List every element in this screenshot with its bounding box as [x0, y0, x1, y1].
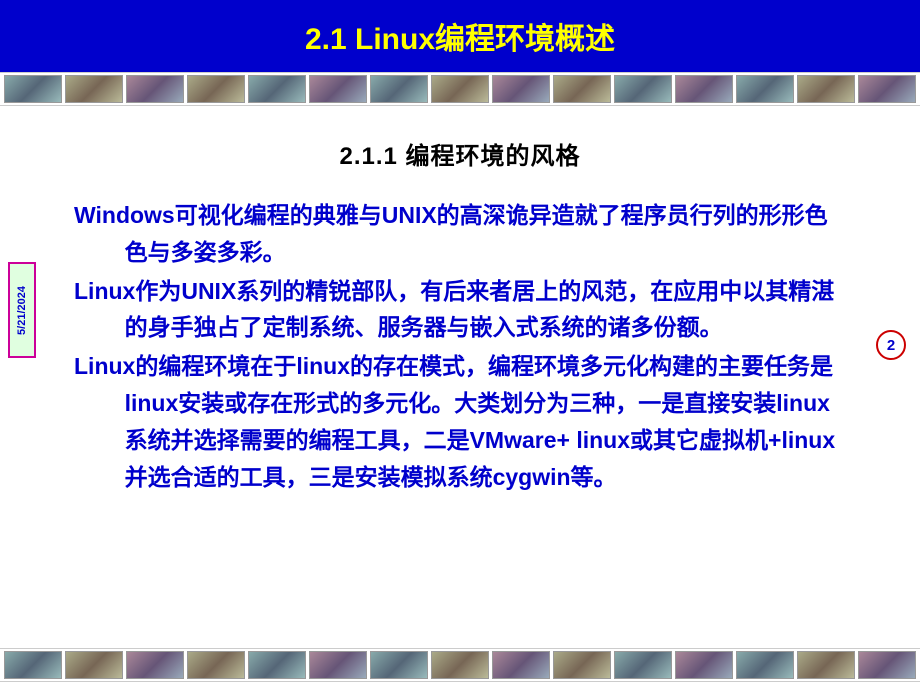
thumb-image [858, 651, 916, 679]
thumb-image [553, 651, 611, 679]
thumb-image [187, 75, 245, 103]
thumb-image [614, 75, 672, 103]
thumb-image [248, 75, 306, 103]
thumb-image [248, 651, 306, 679]
thumb-image [797, 75, 855, 103]
slide-title-bar: 2.1 Linux编程环境概述 [0, 0, 920, 72]
thumb-image [614, 651, 672, 679]
thumb-image [126, 651, 184, 679]
thumb-image [126, 75, 184, 103]
thumb-image [858, 75, 916, 103]
thumb-image [4, 651, 62, 679]
page-number: 2 [887, 337, 895, 354]
slide-title: 2.1 Linux编程环境概述 [305, 23, 615, 56]
page-number-badge: 2 [876, 330, 906, 360]
thumb-image [187, 651, 245, 679]
thumb-image [492, 75, 550, 103]
thumb-image [4, 75, 62, 103]
thumb-image [65, 75, 123, 103]
thumb-image [675, 651, 733, 679]
date-text: 5/21/2024 [16, 286, 28, 335]
date-sidebar-tab: 5/21/2024 [8, 262, 36, 358]
thumb-image [675, 75, 733, 103]
thumb-image [309, 651, 367, 679]
thumbnail-strip-top [0, 72, 920, 106]
thumb-image [797, 651, 855, 679]
thumb-image [431, 75, 489, 103]
thumb-image [65, 651, 123, 679]
slide-body: Windows可视化编程的典雅与UNIX的高深诡异造就了程序员行列的形形色色与多… [0, 197, 920, 495]
thumbnail-strip-bottom [0, 648, 920, 682]
thumb-image [370, 651, 428, 679]
body-paragraph: Linux的编程环境在于linux的存在模式，编程环境多元化构建的主要任务是li… [74, 348, 846, 495]
body-paragraph: Windows可视化编程的典雅与UNIX的高深诡异造就了程序员行列的形形色色与多… [74, 197, 846, 271]
thumb-image [736, 75, 794, 103]
thumb-image [431, 651, 489, 679]
thumb-image [553, 75, 611, 103]
thumb-image [370, 75, 428, 103]
thumb-image [492, 651, 550, 679]
thumb-image [309, 75, 367, 103]
body-paragraph: Linux作为UNIX系列的精锐部队，有后来者居上的风范，在应用中以其精湛的身手… [74, 273, 846, 347]
section-subtitle: 2.1.1 编程环境的风格 [0, 136, 920, 171]
thumb-image [736, 651, 794, 679]
